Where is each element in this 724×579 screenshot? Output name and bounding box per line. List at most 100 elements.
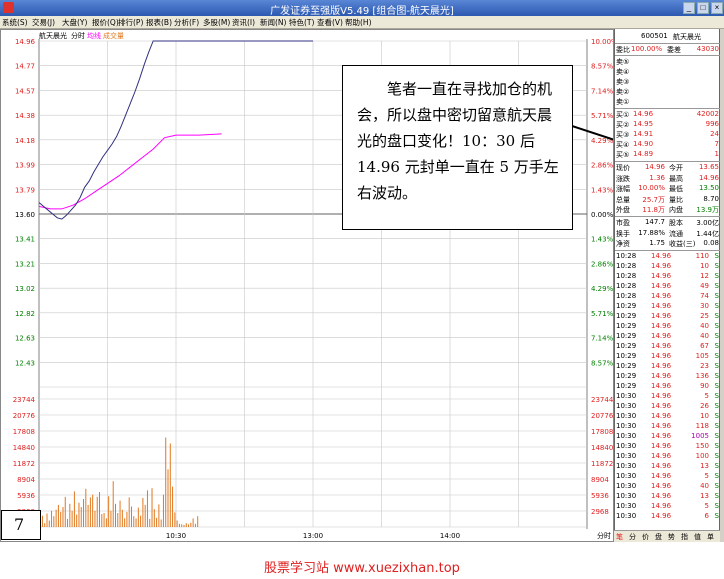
bid-price: 14.91: [633, 130, 654, 138]
time-tick-label: 10:30: [166, 532, 186, 540]
trade-side: S: [714, 281, 719, 290]
price-tick-label: 13.99: [15, 162, 35, 170]
percent-tick-label: 10.00%: [591, 38, 613, 46]
quote-label: 市盈: [616, 219, 630, 227]
menu-item-1[interactable]: 交易(J): [32, 17, 55, 28]
trade-side: S: [714, 441, 719, 450]
trade-side: S: [714, 341, 719, 350]
average-price-line: [38, 133, 222, 210]
trade-price: 14.96: [651, 271, 672, 280]
menu-item-4[interactable]: 排行(P): [118, 17, 143, 28]
trade-side: S: [714, 321, 719, 330]
menu-item-3[interactable]: 报价(Q): [92, 17, 119, 28]
quote-label: 最低: [669, 185, 683, 194]
menu-item-11[interactable]: 查看(V): [317, 17, 343, 28]
menu-item-0[interactable]: 系统(S): [2, 17, 28, 28]
volume-tick-label: 8904: [17, 476, 35, 484]
footer-watermark: 股票学习站 www.xuezixhan.top: [264, 561, 460, 576]
bid-volume: 42002: [696, 110, 719, 118]
maximize-button[interactable]: □: [697, 2, 709, 14]
trade-time: 10:30: [616, 491, 637, 500]
weibi-row: 委比 100.00% 委差 43030: [615, 44, 721, 55]
panel-tab-7[interactable]: 单: [707, 532, 714, 542]
trade-side: S: [714, 501, 719, 510]
legend-volume: 成交量: [103, 31, 124, 40]
price-tick-label: 12.43: [15, 359, 35, 367]
menu-item-8[interactable]: 资讯(I): [232, 17, 255, 28]
quote-value: 13.50: [698, 184, 719, 193]
price-tick-label: 13.41: [15, 236, 35, 244]
figure-number-badge: 7: [1, 510, 41, 540]
trade-side: S: [714, 331, 719, 340]
percent-tick-label: 7.14%: [591, 335, 613, 343]
panel-tabs: 笔分价盘势指值单: [614, 530, 720, 542]
trade-volume: 90: [700, 381, 709, 390]
trade-time: 10:30: [616, 451, 637, 460]
bid-row: 买⑤ 14.89 1: [615, 149, 721, 160]
quote-value: 10.00%: [638, 184, 665, 193]
quote-value: 14.96: [698, 173, 719, 182]
stock-header: 600501 航天晨光: [615, 31, 721, 42]
trade-price: 14.96: [651, 471, 672, 480]
quote-row: 涨跌 1.36 最高 14.96: [615, 173, 721, 184]
panel-tab-3[interactable]: 盘: [655, 532, 662, 542]
trade-side: S: [714, 361, 719, 370]
menu-item-10[interactable]: 特色(T): [289, 17, 314, 28]
trade-volume: 26: [700, 401, 709, 410]
trade-time: 10:29: [616, 381, 637, 390]
trade-volume: 13: [700, 491, 709, 500]
menu-item-9[interactable]: 新闻(N): [260, 17, 286, 28]
trade-side: S: [714, 411, 719, 420]
quote-value: 25.7万: [642, 195, 665, 204]
panel-tab-4[interactable]: 势: [668, 532, 675, 542]
quote-row: 外盘 11.8万 内盘 13.9万: [615, 204, 721, 215]
trade-time: 10:29: [616, 351, 637, 360]
bid-price: 14.96: [633, 110, 654, 118]
time-mode-label: 分时: [597, 531, 611, 540]
panel-tab-0[interactable]: 笔: [616, 532, 623, 542]
close-button[interactable]: ×: [711, 2, 723, 14]
percent-tick-label: 1.43%: [591, 186, 613, 194]
trade-price: 14.96: [651, 251, 672, 260]
price-tick-label: 14.18: [15, 137, 35, 145]
quote-row: 净资 1.75 收益(三) 0.08: [615, 238, 721, 249]
quote-panel: 600501 航天晨光 委比 100.00% 委差 43030 卖⑤ 卖④ 卖③ 卖② 卖① 买① 14…: [614, 29, 721, 542]
panel-tab-2[interactable]: 价: [642, 532, 649, 542]
stock-code: 600501: [641, 32, 668, 40]
quote-value: 0.08: [703, 239, 719, 248]
trade-side: S: [714, 261, 719, 270]
trade-side: S: [714, 371, 719, 380]
trade-price: 14.96: [651, 281, 672, 290]
window-title: 广发证券至强版V5.49 [组合图-航天晨光]: [270, 6, 454, 17]
quote-label: 最高: [669, 174, 683, 183]
menu-item-12[interactable]: 帮助(H): [345, 17, 372, 28]
quote-row: 涨幅 10.00% 最低 13.50: [615, 183, 721, 194]
volume-tick-label-right: 5936: [591, 492, 609, 500]
trade-side: S: [714, 451, 719, 460]
scrollbar[interactable]: [720, 29, 724, 542]
panel-tab-5[interactable]: 指: [681, 532, 688, 542]
volume-tick-label: 5936: [17, 492, 35, 500]
trade-time: 10:30: [616, 431, 637, 440]
menu-item-6[interactable]: 分析(F): [174, 17, 199, 28]
percent-tick-label: 5.71%: [591, 310, 613, 318]
trade-price: 14.96: [651, 481, 672, 490]
panel-tab-1[interactable]: 分: [629, 532, 636, 542]
trade-volume: 12: [700, 271, 709, 280]
minimize-button[interactable]: _: [683, 2, 695, 14]
trade-volume: 100: [695, 451, 709, 460]
panel-tab-6[interactable]: 值: [694, 532, 701, 542]
stock-name-label: 航天晨光: [39, 31, 67, 40]
trade-volume: 49: [700, 281, 709, 290]
trade-price: 14.96: [651, 261, 672, 270]
menu-item-5[interactable]: 报表(B): [146, 17, 172, 28]
menu-item-7[interactable]: 多股(M): [203, 17, 230, 28]
volume-tick-label: 20776: [13, 412, 36, 420]
quote-label: 今开: [669, 164, 683, 172]
trade-time: 10:28: [616, 251, 637, 260]
legend-avg: 均线: [87, 31, 101, 40]
volume-tick-label-right: 17808: [591, 428, 613, 436]
trade-time: 10:29: [616, 341, 637, 350]
trade-row: 10:30 14.96 6 S: [615, 511, 721, 522]
menu-item-2[interactable]: 大盘(Y): [62, 17, 87, 28]
